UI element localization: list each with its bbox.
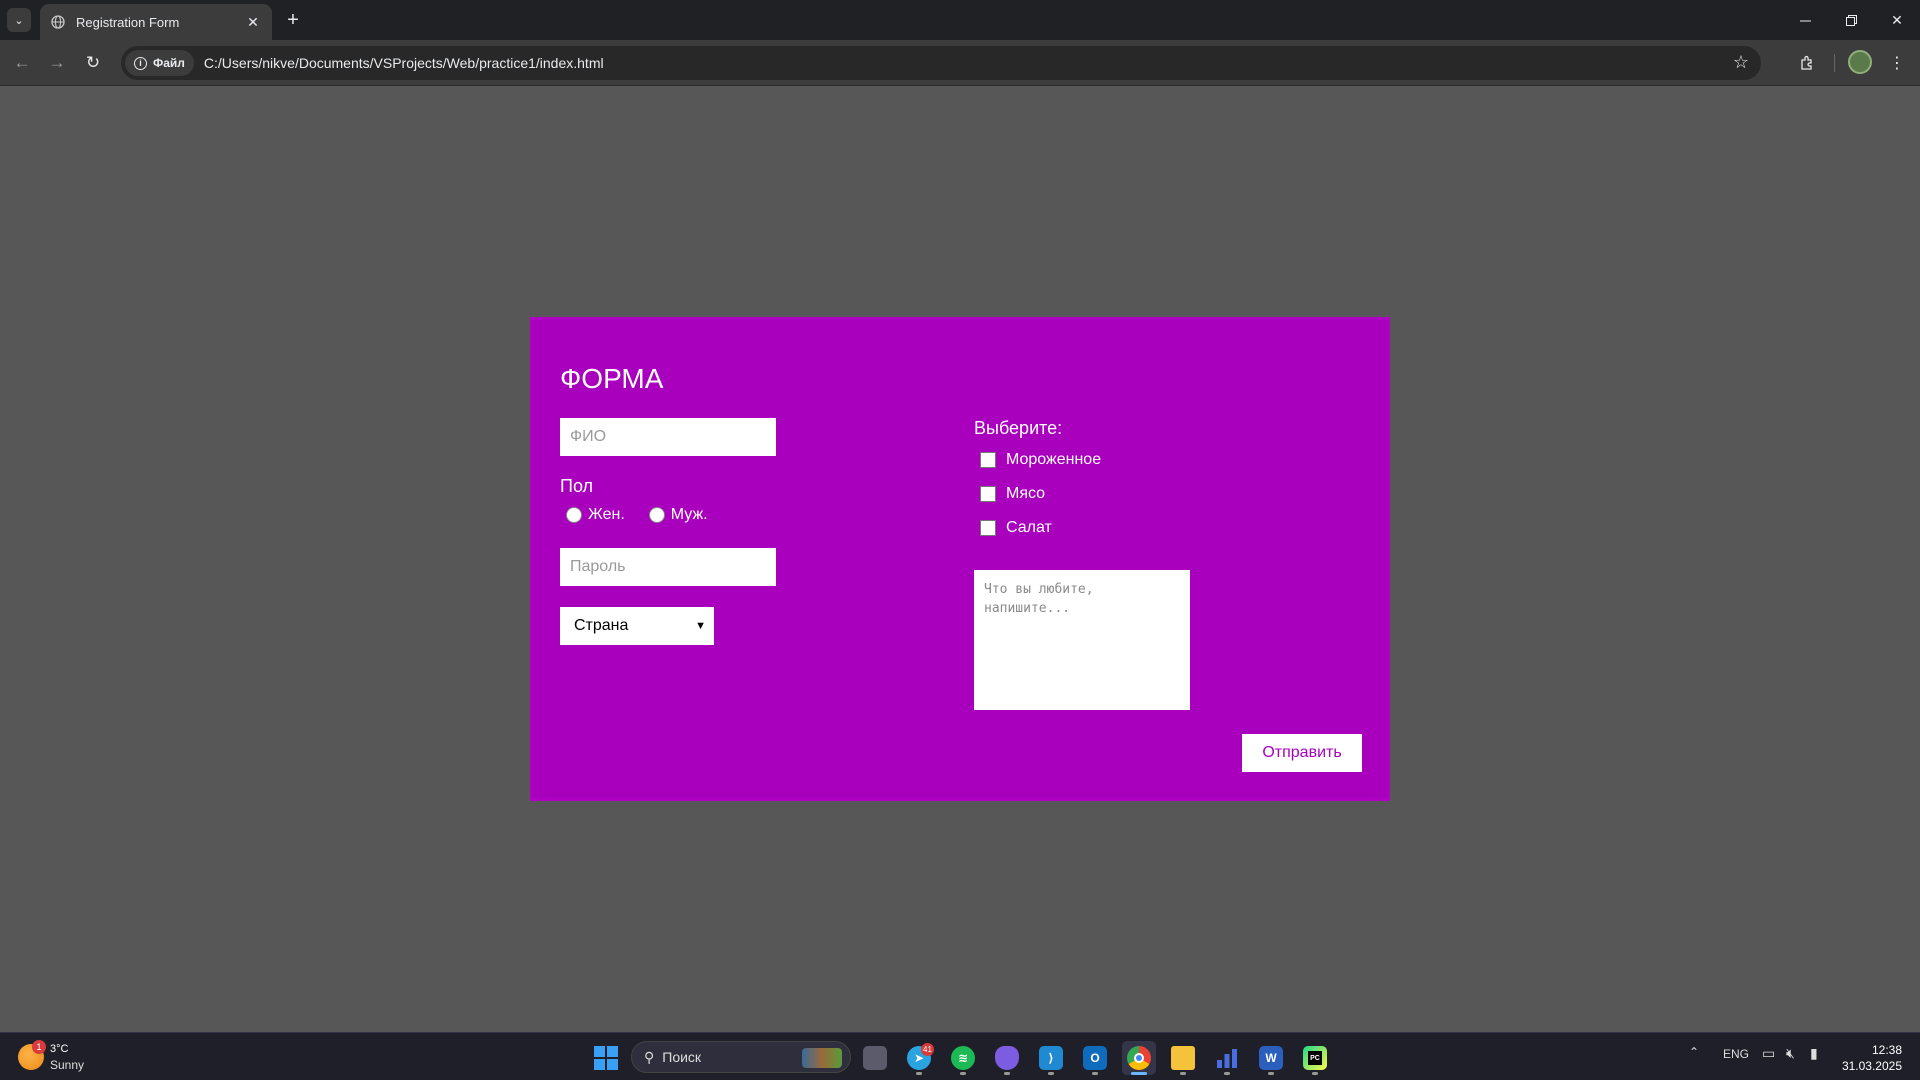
restore-icon — [1845, 14, 1857, 26]
info-icon: i — [134, 56, 147, 70]
checkbox-row-salad: Салат — [980, 519, 1052, 537]
chevron-down-icon: ▼ — [695, 620, 706, 632]
telegram-icon[interactable]: ➤ 41 — [902, 1041, 936, 1075]
arrow-right-icon: → — [48, 53, 66, 72]
more-vertical-icon: ⋮ — [1889, 55, 1905, 72]
back-button[interactable]: ← — [9, 50, 35, 76]
taskbar-search[interactable]: ⚲ Поиск — [631, 1041, 851, 1073]
network-icon[interactable]: ▭ — [1762, 1045, 1775, 1062]
weather-condition[interactable]: Sunny — [50, 1058, 84, 1072]
submit-button[interactable]: Отправить — [1242, 734, 1362, 772]
windows-start-icon[interactable] — [594, 1046, 618, 1070]
country-select[interactable]: Страна ▼ — [560, 607, 714, 645]
reload-icon: ↻ — [85, 53, 101, 72]
country-select-value: Страна — [574, 617, 629, 634]
chevron-down-icon: ⌄ — [14, 14, 24, 27]
checkbox-salad-label: Салат — [1006, 519, 1052, 536]
clock-time: 12:38 — [1871, 1043, 1902, 1057]
site-chip-label: Файл — [153, 56, 185, 70]
checkbox-row-icecream: Мороженное — [980, 451, 1101, 469]
word-icon[interactable]: W — [1254, 1041, 1288, 1075]
choose-label: Выберите: — [974, 418, 1063, 438]
chrome-icon[interactable] — [1122, 1041, 1156, 1075]
radio-female[interactable] — [566, 507, 582, 523]
close-window-button[interactable]: ✕ — [1874, 0, 1920, 40]
likes-textarea[interactable]: Что вы любите, напишите... — [974, 570, 1190, 710]
chart-app-icon[interactable] — [1210, 1041, 1244, 1075]
tab-search-button[interactable]: ⌄ — [7, 8, 31, 32]
form-title: ФОРМА — [560, 363, 664, 394]
folder-icon[interactable] — [1166, 1041, 1200, 1075]
radio-male[interactable] — [648, 507, 665, 523]
restore-button[interactable] — [1828, 0, 1874, 40]
globe-icon — [50, 14, 66, 30]
password-input[interactable] — [560, 548, 776, 586]
battery-icon[interactable]: ▮ — [1810, 1045, 1818, 1062]
task-view-icon[interactable] — [858, 1041, 892, 1075]
taskbar: 1 3°C Sunny ⚲ Поиск ➤ 41 ≋ ⟩ O W PC ⌃ EN… — [0, 1032, 1920, 1080]
checkbox-meat-label: Мясо — [1006, 485, 1046, 502]
new-tab-button[interactable]: + — [281, 8, 305, 32]
tab-registration-form[interactable]: Registration Form ✕ — [40, 4, 272, 40]
spotify-icon[interactable]: ≋ — [946, 1041, 980, 1075]
taskbar-search-placeholder: Поиск — [662, 1049, 702, 1065]
profile-avatar[interactable] — [1848, 50, 1872, 74]
browser-toolbar: ← → ↻ i Файл C:/Users/nikve/Documents/VS… — [0, 40, 1920, 86]
vscode-icon[interactable]: ⟩ — [1034, 1041, 1068, 1075]
forward-button[interactable]: → — [44, 50, 70, 76]
language-indicator[interactable]: ENG — [1723, 1047, 1749, 1061]
checkbox-row-meat: Мясо — [980, 485, 1045, 503]
obsidian-icon[interactable] — [990, 1041, 1024, 1075]
minimize-button[interactable] — [1782, 0, 1828, 40]
registration-form: ФОРМА Пол Жен. Муж. Страна ▼ Выберите: М… — [530, 317, 1390, 801]
checkbox-icecream[interactable] — [980, 452, 996, 468]
tab-close-icon[interactable]: ✕ — [244, 13, 262, 31]
volume-muted-icon[interactable]: 🔇︎ — [1786, 1045, 1795, 1062]
toolbar-divider — [1834, 54, 1835, 72]
pycharm-icon[interactable]: PC — [1298, 1041, 1332, 1075]
gender-radio-group: Жен. Муж. — [566, 506, 732, 524]
radio-female-label: Жен. — [588, 506, 625, 523]
telegram-badge: 41 — [921, 1043, 934, 1056]
puzzle-icon — [1801, 55, 1812, 70]
taskbar-clock[interactable]: 12:38 31.03.2025 — [1842, 1042, 1902, 1074]
address-bar[interactable]: i Файл C:/Users/nikve/Documents/VSProjec… — [121, 46, 1761, 80]
gender-label: Пол — [560, 476, 594, 496]
fio-input[interactable] — [560, 418, 776, 456]
radio-male-label: Муж. — [670, 506, 708, 523]
extensions-button[interactable] — [1795, 50, 1821, 76]
site-info-chip[interactable]: i Файл — [125, 50, 194, 76]
outlook-icon[interactable]: O — [1078, 1041, 1112, 1075]
tab-strip: ⌄ Registration Form ✕ + ✕ — [0, 0, 1920, 40]
url-text[interactable]: C:/Users/nikve/Documents/VSProjects/Web/… — [204, 55, 604, 71]
clock-date: 31.03.2025 — [1841, 1059, 1902, 1073]
bookmark-star-icon[interactable]: ☆ — [1733, 52, 1749, 73]
checkbox-salad[interactable] — [980, 520, 996, 536]
weather-badge: 1 — [32, 1040, 46, 1054]
reload-button[interactable]: ↻ — [80, 50, 106, 76]
checkbox-meat[interactable] — [980, 486, 996, 502]
minimize-icon — [1799, 20, 1811, 21]
close-icon: ✕ — [1891, 11, 1903, 28]
browser-menu-button[interactable]: ⋮ — [1884, 50, 1910, 76]
search-icon: ⚲ — [644, 1048, 655, 1065]
weather-temperature[interactable]: 3°C — [50, 1043, 68, 1055]
checkbox-icecream-label: Мороженное — [1006, 451, 1102, 468]
tray-overflow-chevron-up-icon[interactable]: ⌃ — [1689, 1045, 1699, 1059]
arrow-left-icon: ← — [13, 53, 31, 72]
search-highlight-image — [802, 1048, 842, 1068]
tab-title: Registration Form — [76, 14, 180, 30]
